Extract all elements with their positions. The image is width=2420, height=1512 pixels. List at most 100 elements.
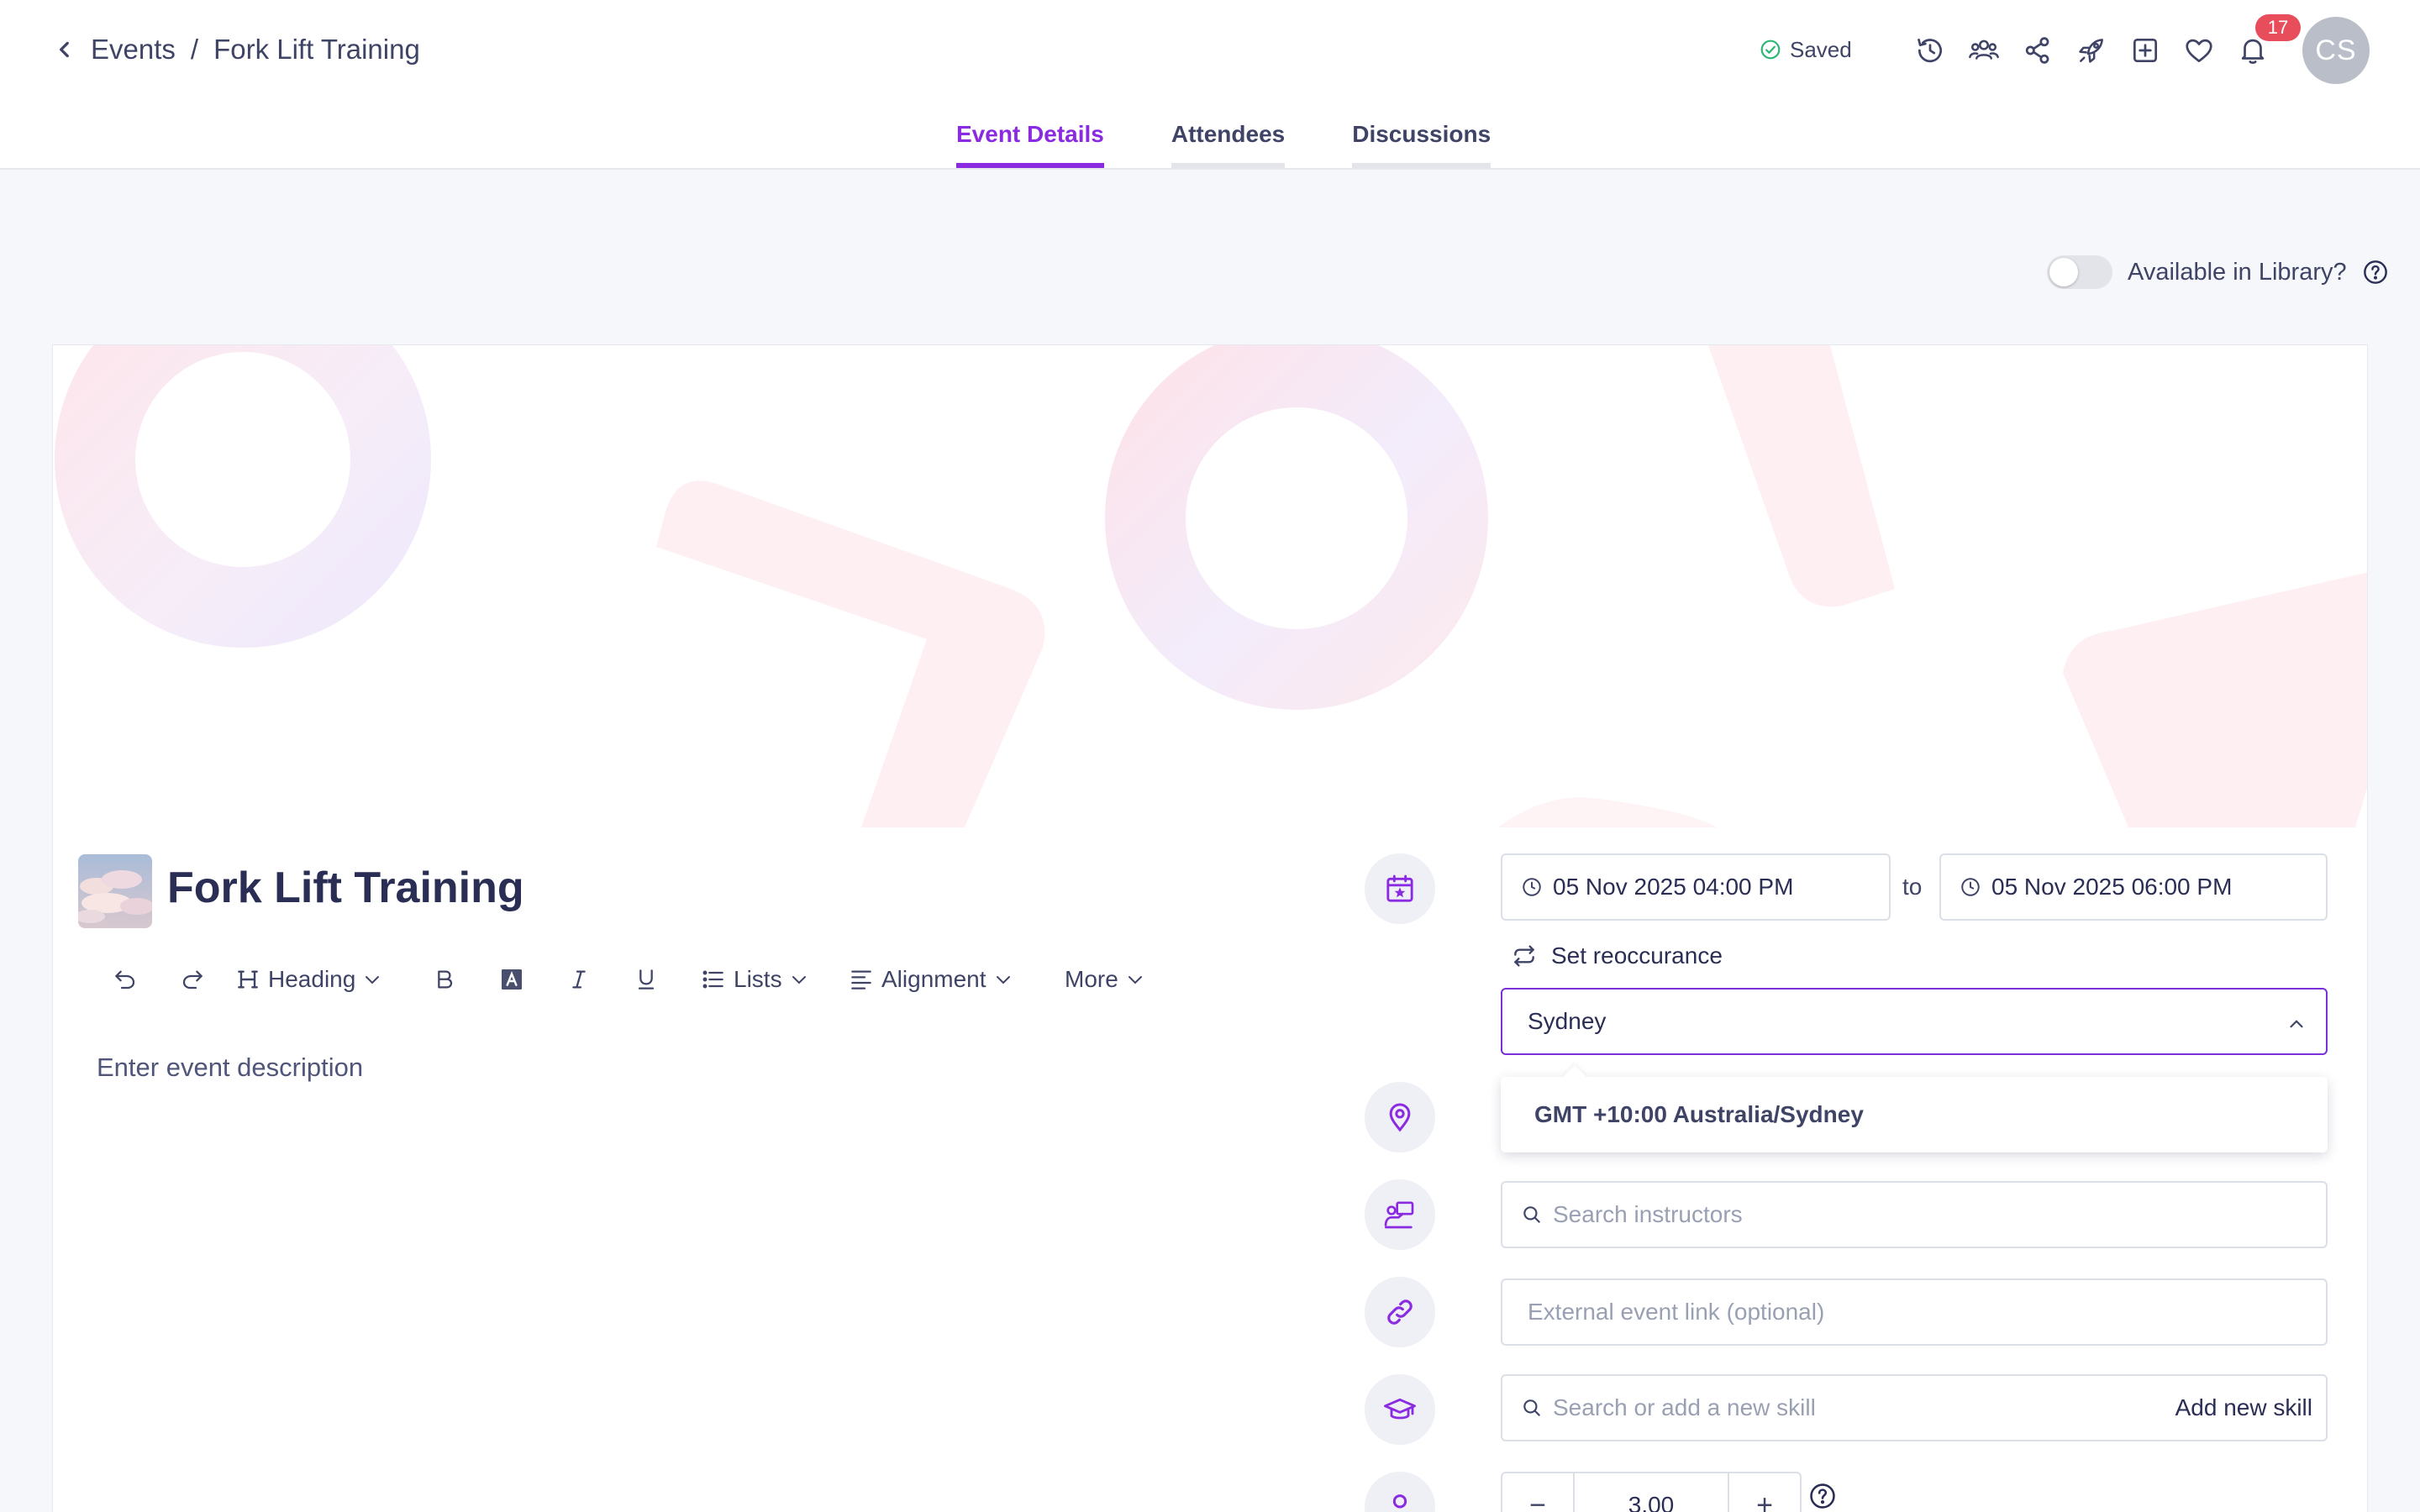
italic-button[interactable] bbox=[566, 958, 633, 1000]
breadcrumb: Events / Fork Lift Training bbox=[54, 30, 420, 69]
person-icon bbox=[1392, 1494, 1407, 1509]
instructor-icon-badge bbox=[1365, 1179, 1435, 1250]
decrement-button[interactable]: − bbox=[1502, 1473, 1573, 1512]
event-title[interactable]: Fork Lift Training bbox=[167, 863, 524, 913]
chevron-up-icon bbox=[2290, 1020, 2303, 1028]
location-icon-badge bbox=[1365, 1082, 1435, 1152]
rocket-icon[interactable] bbox=[2075, 34, 2107, 66]
graduation-cap-icon bbox=[1384, 1398, 1416, 1420]
tab-event-details[interactable]: Event Details bbox=[956, 118, 1104, 168]
calendar-icon-badge bbox=[1365, 853, 1435, 924]
bold-icon bbox=[438, 970, 453, 989]
align-left-icon bbox=[851, 970, 871, 990]
event-thumbnail[interactable] bbox=[78, 854, 152, 928]
instructors-search-input[interactable]: Search instructors bbox=[1501, 1181, 2328, 1248]
chevron-left-icon[interactable] bbox=[54, 39, 76, 60]
chevron-down-icon bbox=[1128, 976, 1142, 984]
link-icon-badge bbox=[1365, 1277, 1435, 1347]
undo-button[interactable] bbox=[112, 958, 179, 1000]
check-circle-icon bbox=[1760, 39, 1781, 60]
clock-icon bbox=[1961, 878, 1980, 896]
skills-placeholder: Search or add a new skill bbox=[1553, 1394, 1816, 1420]
tab-attendees[interactable]: Attendees bbox=[1171, 118, 1286, 168]
end-datetime-field[interactable]: 05 Nov 2025 06:00 PM bbox=[1939, 853, 2328, 921]
breadcrumb-current: Fork Lift Training bbox=[213, 34, 420, 65]
list-icon bbox=[702, 970, 723, 989]
heading-dropdown[interactable]: Heading bbox=[234, 958, 431, 1000]
save-status: Saved bbox=[1760, 35, 1852, 64]
help-icon[interactable] bbox=[2362, 259, 2389, 286]
event-banner[interactable] bbox=[53, 345, 2368, 827]
italic-icon bbox=[572, 970, 586, 989]
alignment-dropdown[interactable]: Alignment bbox=[848, 958, 1065, 1000]
heading-icon bbox=[238, 970, 258, 989]
start-datetime-value: 05 Nov 2025 04:00 PM bbox=[1553, 874, 1794, 900]
more-dropdown[interactable]: More bbox=[1065, 958, 1145, 1000]
add-square-icon[interactable] bbox=[2129, 34, 2161, 66]
heart-icon[interactable] bbox=[2183, 34, 2215, 66]
chevron-down-icon bbox=[996, 976, 1010, 984]
external-link-input[interactable]: External event link (optional) bbox=[1501, 1278, 2328, 1346]
underline-icon bbox=[638, 969, 655, 990]
timezone-option[interactable]: GMT +10:00 Australia/Sydney bbox=[1501, 1077, 2328, 1152]
saved-label: Saved bbox=[1790, 36, 1852, 62]
bold-button[interactable] bbox=[431, 958, 498, 1000]
underline-button[interactable] bbox=[633, 958, 700, 1000]
library-toggle[interactable] bbox=[2047, 255, 2112, 289]
calendar-icon bbox=[1386, 874, 1413, 902]
library-availability: Available in Library? bbox=[2047, 254, 2389, 291]
breadcrumb-events-link[interactable]: Events bbox=[91, 34, 176, 66]
set-reoccurrence-button[interactable]: Set reoccurance bbox=[1511, 939, 1723, 973]
increment-button[interactable]: + bbox=[1729, 1473, 1800, 1512]
help-icon[interactable] bbox=[1808, 1482, 1837, 1510]
repeat-icon bbox=[1514, 945, 1534, 967]
redo-icon bbox=[182, 970, 203, 990]
add-new-skill-button[interactable]: Add new skill bbox=[2175, 1394, 2312, 1421]
points-value[interactable]: 3.00 bbox=[1573, 1473, 1729, 1512]
text-highlight-icon bbox=[502, 969, 522, 990]
heading-label: Heading bbox=[268, 966, 356, 992]
top-bar: Events / Fork Lift Training Saved 17 CS … bbox=[0, 0, 2420, 170]
link-icon bbox=[1387, 1299, 1413, 1325]
notification-count-badge: 17 bbox=[2255, 14, 2301, 41]
search-icon bbox=[1523, 1399, 1540, 1416]
timezone-search-value: Sydney bbox=[1528, 1008, 1607, 1034]
skills-icon-badge bbox=[1365, 1374, 1435, 1445]
timezone-option-label: GMT +10:00 Australia/Sydney bbox=[1534, 1101, 1864, 1127]
timezone-search-input[interactable]: Sydney bbox=[1501, 988, 2328, 1055]
undo-icon bbox=[115, 970, 135, 990]
more-label: More bbox=[1065, 966, 1118, 992]
bell-icon[interactable]: 17 bbox=[2237, 14, 2301, 66]
tab-discussions[interactable]: Discussions bbox=[1352, 118, 1491, 168]
tab-bar: Event Details Attendees Discussions bbox=[956, 118, 1491, 170]
external-link-placeholder: External event link (optional) bbox=[1528, 1299, 1825, 1325]
reoccurrence-label: Set reoccurance bbox=[1551, 942, 1723, 969]
library-toggle-label: Available in Library? bbox=[2128, 258, 2347, 286]
start-datetime-field[interactable]: 05 Nov 2025 04:00 PM bbox=[1501, 853, 1891, 921]
event-description-editor[interactable]: Enter event description bbox=[97, 1053, 1391, 1512]
end-datetime-value: 05 Nov 2025 06:00 PM bbox=[1991, 874, 2233, 900]
skills-search-input[interactable]: Search or add a new skill Add new skill bbox=[1501, 1374, 2328, 1441]
highlight-button[interactable] bbox=[498, 958, 566, 1000]
header-actions: 17 bbox=[1914, 14, 2301, 71]
description-placeholder: Enter event description bbox=[97, 1053, 364, 1082]
breadcrumb-separator: / bbox=[190, 34, 199, 65]
history-icon[interactable] bbox=[1914, 34, 1946, 66]
share-icon[interactable] bbox=[2022, 34, 2054, 66]
chevron-down-icon bbox=[792, 976, 806, 984]
date-range-separator: to bbox=[1902, 874, 1923, 900]
instructors-placeholder: Search instructors bbox=[1553, 1201, 1743, 1227]
user-avatar[interactable]: CS bbox=[2302, 17, 2370, 84]
redo-button[interactable] bbox=[179, 958, 234, 1000]
editor-toolbar: Heading Lists Alignment More bbox=[112, 958, 1145, 1000]
users-icon[interactable] bbox=[1968, 34, 2000, 66]
lists-dropdown[interactable]: Lists bbox=[700, 958, 848, 1000]
points-stepper[interactable]: − 3.00 + bbox=[1501, 1472, 1802, 1512]
alignment-label: Alignment bbox=[881, 966, 986, 992]
presenter-icon bbox=[1384, 1201, 1414, 1229]
clock-icon bbox=[1523, 878, 1541, 896]
lists-label: Lists bbox=[734, 966, 782, 992]
search-icon bbox=[1523, 1206, 1540, 1223]
location-pin-icon bbox=[1389, 1103, 1411, 1132]
chevron-down-icon bbox=[366, 976, 380, 984]
